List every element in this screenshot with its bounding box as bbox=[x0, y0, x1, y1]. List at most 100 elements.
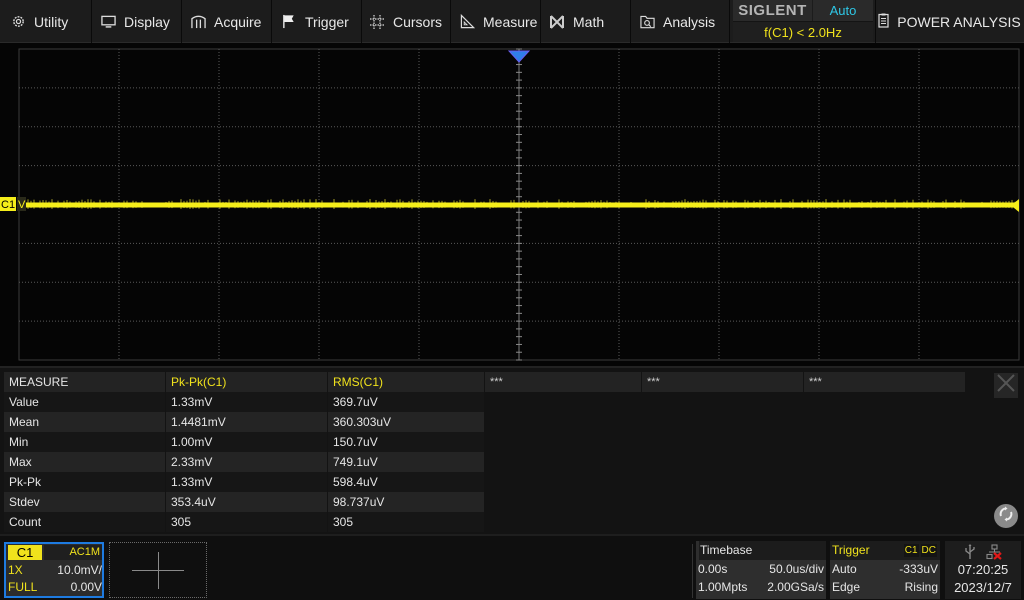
menu-trigger-label: Trigger bbox=[305, 13, 349, 30]
trigger-level: -333uV bbox=[899, 562, 938, 576]
channel-1-scale: 10.0mV/ bbox=[57, 563, 102, 577]
measure-row-label: Stdev bbox=[4, 492, 165, 512]
channel-1-probe: 1X bbox=[8, 563, 23, 577]
measure-header-slot-6[interactable]: *** bbox=[804, 372, 965, 392]
timebase-box[interactable]: Timebase 0.00s 50.0us/div 1.00Mpts 2.00G… bbox=[696, 541, 826, 599]
menu-utility-label: Utility bbox=[34, 13, 69, 30]
measure-row: Mean 1.4481mV 360.303uV bbox=[4, 412, 966, 432]
measure-row: Count 305 305 bbox=[4, 512, 966, 532]
menu-acquire[interactable]: Acquire bbox=[190, 0, 261, 43]
menu-utility[interactable]: Utility bbox=[10, 0, 68, 43]
measure-rms-value: 598.4uV bbox=[328, 472, 484, 492]
document-list-icon bbox=[878, 13, 889, 31]
menu-measure-label: Measure bbox=[483, 13, 538, 30]
menu-analysis-label: Analysis bbox=[663, 13, 716, 30]
refresh-icon bbox=[997, 505, 1015, 528]
measure-row-label: Count bbox=[4, 512, 165, 532]
measure-panel: MEASURE Pk-Pk(C1) RMS(C1) *** *** *** Va… bbox=[0, 366, 1024, 534]
cursors-grid-icon bbox=[369, 14, 385, 30]
menu-cursors-label: Cursors bbox=[393, 13, 443, 30]
channel-1-offset-row: FULL 0.00V bbox=[8, 579, 102, 596]
add-channel-button[interactable] bbox=[109, 542, 207, 598]
brand-status-box: SIGLENT Auto f(C1) < 2.0Hz bbox=[733, 0, 873, 42]
measure-header-label: MEASURE bbox=[4, 372, 165, 392]
menu-display[interactable]: Display bbox=[100, 0, 170, 43]
ruler-triangle-icon bbox=[459, 14, 475, 30]
timebase-scale: 50.0us/div bbox=[769, 562, 824, 576]
clock-box: 07:20:25 2023/12/7 bbox=[945, 541, 1021, 599]
trigger-slope: Rising bbox=[904, 580, 938, 594]
trigger-run-mode[interactable]: Auto bbox=[813, 0, 873, 21]
measure-rms-value: 749.1uV bbox=[328, 452, 484, 472]
measure-header-row: MEASURE Pk-Pk(C1) RMS(C1) *** *** *** bbox=[4, 372, 966, 392]
menu-math-label: Math bbox=[573, 13, 605, 30]
measure-header-rms[interactable]: RMS(C1) bbox=[328, 372, 484, 392]
menu-display-label: Display bbox=[124, 13, 170, 30]
measure-pkpk-value: 1.33mV bbox=[166, 472, 327, 492]
measure-rms-value: 369.7uV bbox=[328, 392, 484, 412]
channel-1-offset: 0.00V bbox=[70, 580, 102, 594]
channel-1-unit: V bbox=[18, 199, 26, 211]
clock-time: 07:20:25 bbox=[957, 562, 1009, 577]
measure-pkpk-value: 1.4481mV bbox=[166, 412, 327, 432]
measure-header-slot-5[interactable]: *** bbox=[642, 372, 803, 392]
menu-cursors[interactable]: Cursors bbox=[369, 0, 442, 43]
measure-row: Max 2.33mV 749.1uV bbox=[4, 452, 966, 472]
measure-row-label: Mean bbox=[4, 412, 165, 432]
status-bar: C1 AC1M 1X 10.0mV/ FULL 0.00V Timebase 0… bbox=[0, 534, 1024, 600]
channel-1-marker-label: C1 bbox=[1, 199, 15, 211]
channel-1-scale-row: 1X 10.0mV/ bbox=[8, 562, 102, 579]
acquire-icon bbox=[190, 14, 206, 30]
trace-line bbox=[19, 202, 1019, 208]
measure-row: Min 1.00mV 150.7uV bbox=[4, 432, 966, 452]
trigger-mode: Auto bbox=[832, 562, 857, 576]
timebase-delay: 0.00s bbox=[698, 562, 728, 576]
trigger-type: Edge bbox=[832, 580, 861, 594]
menu-acquire-label: Acquire bbox=[214, 13, 262, 30]
trigger-source: C1 bbox=[903, 544, 919, 557]
gear-icon bbox=[10, 14, 26, 30]
measure-pkpk-value: 2.33mV bbox=[166, 452, 327, 472]
menu-math[interactable]: Math bbox=[549, 0, 604, 43]
channel-1-coupling: AC1M bbox=[44, 545, 102, 560]
trigger-position-marker[interactable] bbox=[507, 50, 531, 63]
channel-1-tag: C1 bbox=[8, 545, 42, 560]
close-icon bbox=[996, 373, 1016, 398]
measure-row-label: Max bbox=[4, 452, 165, 472]
measure-rms-value: 150.7uV bbox=[328, 432, 484, 452]
frequency-counter: f(C1) < 2.0Hz bbox=[733, 21, 873, 42]
measure-row: Value 1.33mV 369.7uV bbox=[4, 392, 966, 412]
measure-row: Pk-Pk 1.33mV 598.4uV bbox=[4, 472, 966, 492]
power-analysis-label: POWER ANALYSIS bbox=[897, 13, 1021, 30]
channel-1-bandwidth: FULL bbox=[8, 580, 38, 594]
measure-row-label: Min bbox=[4, 432, 165, 452]
timebase-title: Timebase bbox=[699, 541, 826, 560]
measure-table: MEASURE Pk-Pk(C1) RMS(C1) *** *** *** Va… bbox=[4, 372, 966, 532]
measure-pkpk-value: 353.4uV bbox=[166, 492, 327, 512]
measure-rms-value: 360.303uV bbox=[328, 412, 484, 432]
menu-analysis[interactable]: Analysis bbox=[639, 0, 715, 43]
clock-date: 2023/12/7 bbox=[954, 580, 1012, 595]
waveform-display[interactable]: C1 V bbox=[0, 44, 1024, 366]
siglent-logo: SIGLENT bbox=[733, 0, 812, 21]
reset-statistics-button[interactable] bbox=[994, 504, 1018, 528]
channel-1-ground-marker[interactable]: C1 V bbox=[0, 197, 26, 211]
math-icon bbox=[549, 14, 565, 30]
channel-1-info-box[interactable]: C1 AC1M 1X 10.0mV/ FULL 0.00V bbox=[4, 542, 104, 598]
trigger-box[interactable]: Trigger C1 DC Auto -333uV Edge Rising bbox=[830, 541, 940, 599]
measure-header-slot-4[interactable]: *** bbox=[485, 372, 641, 392]
menu-measure[interactable]: Measure bbox=[459, 0, 537, 43]
measure-row-label: Value bbox=[4, 392, 165, 412]
measure-row-label: Pk-Pk bbox=[4, 472, 165, 492]
measure-rms-value: 305 bbox=[328, 512, 484, 532]
measure-pkpk-value: 1.33mV bbox=[166, 392, 327, 412]
flag-icon bbox=[281, 14, 297, 30]
trigger-coupling: DC bbox=[920, 544, 937, 557]
measure-header-pkpk[interactable]: Pk-Pk(C1) bbox=[166, 372, 327, 392]
top-menu-bar: Utility Display Acquire Trigger Cursors … bbox=[0, 0, 1024, 43]
menu-trigger[interactable]: Trigger bbox=[281, 0, 349, 43]
memory-depth: 1.00Mpts bbox=[698, 580, 748, 594]
power-analysis-button[interactable]: POWER ANALYSIS bbox=[875, 0, 1024, 43]
monitor-icon bbox=[100, 14, 116, 30]
close-measure-button[interactable] bbox=[994, 373, 1018, 398]
